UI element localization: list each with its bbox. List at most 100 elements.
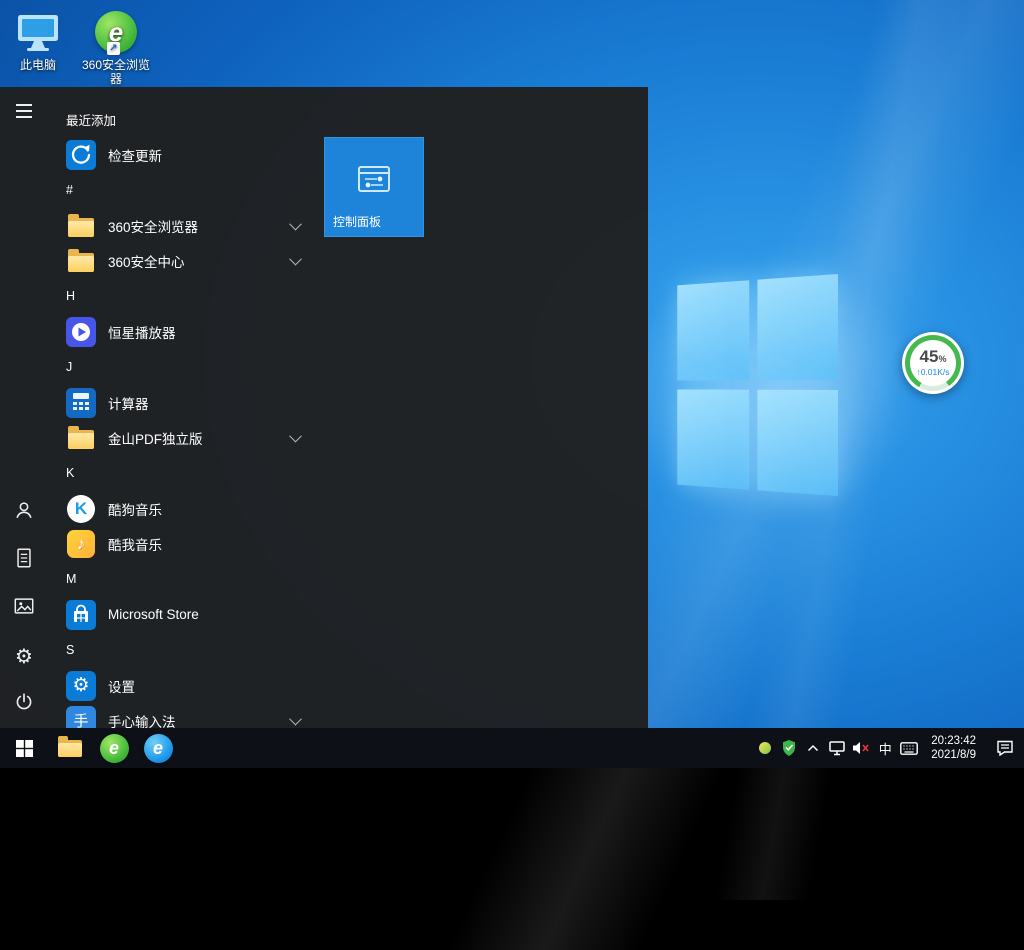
chevron-down-icon[interactable] — [289, 253, 302, 266]
app-label: 360安全浏览器 — [108, 216, 198, 236]
settings-icon — [66, 671, 96, 701]
clock-time: 20:23:42 — [931, 734, 976, 748]
360-dot-icon — [759, 742, 771, 754]
system-tray: 中 20:23:42 2021/8/9 — [753, 728, 1024, 768]
network-speed: ↑0.01K/s — [916, 367, 949, 378]
360-browser-icon — [80, 8, 152, 56]
tray-360-icon[interactable] — [753, 728, 777, 768]
calculator-icon — [66, 388, 96, 418]
section-header-s[interactable]: S — [66, 632, 306, 668]
settings-button[interactable] — [0, 632, 48, 680]
app-item-kingsoft-pdf-group[interactable]: 金山PDF独立版 — [66, 420, 306, 455]
document-icon — [14, 547, 34, 574]
tray-network-button[interactable] — [825, 728, 849, 768]
app-item-microsoft-store[interactable]: Microsoft Store — [66, 597, 306, 632]
expand-menu-button[interactable] — [0, 87, 48, 135]
desktop-icon-label: 此电脑 — [3, 58, 73, 72]
tray-hidden-icons-button[interactable] — [801, 728, 825, 768]
desktop-icon-360-browser[interactable]: 360安全浏览器 — [80, 8, 152, 86]
tray-volume-button[interactable] — [849, 728, 873, 768]
tray-security-shield-icon[interactable] — [777, 728, 801, 768]
kuwo-icon — [66, 529, 96, 559]
start-menu-app-list: 最近添加 检查更新 # 360安全浏览器 360安全中心 H 恒星播放器 J — [48, 87, 306, 728]
memory-percent: 45 — [920, 349, 939, 365]
app-label: 酷我音乐 — [108, 534, 162, 554]
taskbar-clock[interactable]: 20:23:42 2021/8/9 — [921, 728, 986, 768]
network-icon — [829, 741, 845, 756]
start-menu-rail — [0, 87, 48, 728]
folder-icon — [66, 423, 96, 453]
section-header-hash[interactable]: # — [66, 172, 306, 208]
app-item-calculator[interactable]: 计算器 — [66, 385, 306, 420]
documents-button[interactable] — [0, 536, 48, 584]
app-label: 计算器 — [108, 393, 149, 413]
tile-control-panel[interactable]: 控制面板 — [324, 137, 424, 237]
speed-ball-text: 45 % ↑0.01K/s — [910, 340, 956, 386]
gear-icon — [15, 644, 33, 669]
section-header-recently-added[interactable]: 最近添加 — [66, 101, 306, 137]
kugou-icon — [66, 494, 96, 524]
tray-input-method-button[interactable]: 中 — [873, 728, 897, 768]
taskbar: 中 20:23:42 2021/8/9 — [0, 728, 1024, 768]
app-item-360-browser-group[interactable]: 360安全浏览器 — [66, 208, 306, 243]
taskbar-360-speed-browser-button[interactable] — [92, 728, 136, 768]
chevron-down-icon[interactable] — [289, 430, 302, 443]
input-method-icon — [66, 706, 96, 729]
app-item-settings[interactable]: 设置 — [66, 668, 306, 703]
pictures-icon — [13, 595, 35, 622]
taskbar-file-explorer-button[interactable] — [48, 728, 92, 768]
desktop-icon-this-pc[interactable]: 此电脑 — [2, 8, 74, 72]
app-item-kugou-music[interactable]: 酷狗音乐 — [66, 491, 306, 526]
windows-logo — [677, 274, 838, 496]
app-item-check-updates[interactable]: 检查更新 — [66, 137, 306, 172]
windows-flag-icon — [16, 740, 33, 757]
app-label: Microsoft Store — [108, 607, 199, 622]
start-button[interactable] — [0, 728, 48, 768]
browser-green-icon — [100, 734, 129, 763]
shortcut-arrow-icon — [107, 42, 120, 55]
chevron-up-icon — [807, 744, 819, 752]
section-header-j[interactable]: J — [66, 349, 306, 385]
section-header-k[interactable]: K — [66, 455, 306, 491]
action-center-button[interactable] — [986, 728, 1024, 768]
section-header-m[interactable]: M — [66, 561, 306, 597]
percent-sign: % — [938, 351, 946, 367]
clock-date: 2021/8/9 — [931, 748, 976, 762]
taskbar-360-safe-browser-button[interactable] — [136, 728, 180, 768]
store-icon — [66, 600, 96, 630]
section-header-h[interactable]: H — [66, 278, 306, 314]
user-account-button[interactable] — [0, 488, 48, 536]
user-icon — [13, 499, 35, 526]
volume-muted-icon — [852, 741, 870, 755]
media-player-icon — [66, 317, 96, 347]
file-explorer-icon — [58, 740, 82, 757]
app-item-kuwo-music[interactable]: 酷我音乐 — [66, 526, 306, 561]
app-item-360-security-group[interactable]: 360安全中心 — [66, 243, 306, 278]
input-method-indicator: 中 — [879, 739, 892, 758]
windows-logo-pane — [677, 280, 749, 380]
browser-blue-icon — [144, 734, 173, 763]
chevron-down-icon[interactable] — [289, 713, 302, 726]
360-speed-ball-widget[interactable]: 45 % ↑0.01K/s — [902, 332, 964, 394]
tray-touch-keyboard-button[interactable] — [897, 728, 921, 768]
folder-icon — [66, 211, 96, 241]
folder-icon — [66, 246, 96, 276]
app-item-shouxin-input[interactable]: 手心输入法 — [66, 703, 306, 728]
update-icon — [66, 140, 96, 170]
app-label: 金山PDF独立版 — [108, 428, 203, 448]
chevron-down-icon[interactable] — [289, 218, 302, 231]
app-label: 360安全中心 — [108, 251, 185, 271]
action-center-icon — [996, 740, 1014, 756]
app-label: 酷狗音乐 — [108, 499, 162, 519]
browser-orb-icon — [95, 11, 137, 53]
app-label: 设置 — [108, 676, 135, 696]
app-item-hengxing-player[interactable]: 恒星播放器 — [66, 314, 306, 349]
control-panel-icon — [325, 164, 423, 194]
power-icon — [13, 691, 35, 718]
power-button[interactable] — [0, 680, 48, 728]
windows-logo-pane — [757, 274, 838, 380]
keyboard-icon — [900, 742, 918, 755]
pictures-button[interactable] — [0, 584, 48, 632]
windows-logo-pane — [757, 390, 838, 496]
hamburger-icon — [16, 104, 32, 118]
